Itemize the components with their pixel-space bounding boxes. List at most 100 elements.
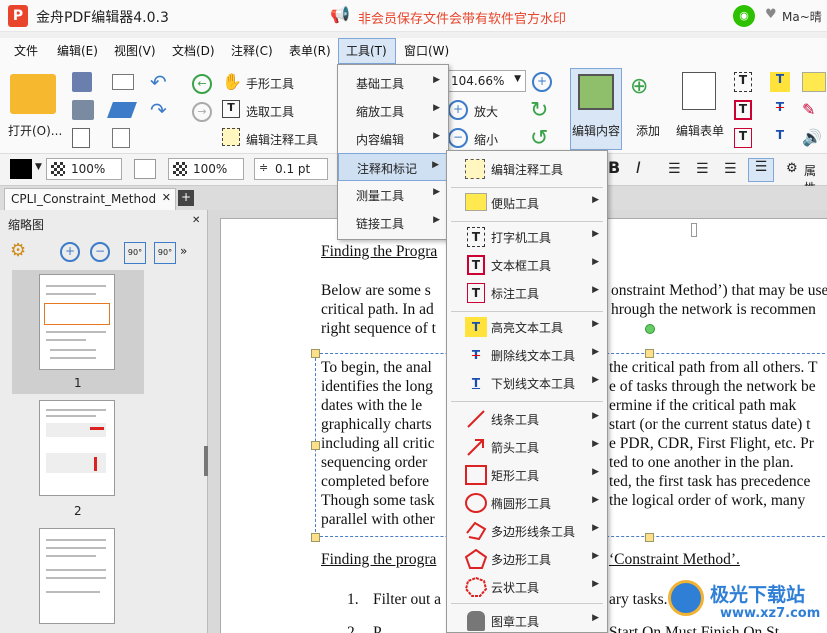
mail-icon[interactable] bbox=[112, 74, 134, 90]
cloud-tool-item[interactable]: 云状工具 ▶ bbox=[447, 573, 607, 601]
textbox-tool-item[interactable]: T 文本框工具 ▶ bbox=[447, 251, 607, 279]
para2-line9[interactable]: parallel with other bbox=[321, 511, 435, 529]
undo-icon[interactable]: ↶ bbox=[150, 70, 167, 94]
callout-icon[interactable]: T bbox=[734, 128, 752, 148]
para2-line6[interactable]: sequencing order bbox=[321, 454, 427, 472]
select-tool-button[interactable]: 选取工具 bbox=[246, 103, 294, 120]
zoom-out-button[interactable]: 缩小 bbox=[474, 131, 498, 148]
menu-measure-tools[interactable]: 测量工具 ▶ bbox=[338, 181, 448, 209]
para2-line5[interactable]: including all critic bbox=[321, 435, 435, 453]
menu-basic-tools[interactable]: 基础工具 ▶ bbox=[338, 69, 448, 97]
para1-line2[interactable]: critical path. In ad bbox=[321, 301, 434, 319]
para2-line3[interactable]: dates with the le bbox=[321, 397, 422, 415]
list-item-2[interactable]: P bbox=[373, 624, 382, 633]
page-thumbnail-1[interactable] bbox=[39, 274, 115, 370]
more-icon[interactable]: » bbox=[180, 244, 187, 258]
note-tool-item[interactable]: 便贴工具 ▶ bbox=[447, 189, 607, 217]
wechat-icon[interactable]: ◉ bbox=[733, 5, 755, 27]
menu-annotation-markup[interactable]: 注释和标记 ▶ bbox=[338, 153, 448, 181]
add-button[interactable]: 添加 bbox=[636, 122, 660, 139]
edit-annot-tool-button[interactable]: 编辑注释工具 bbox=[246, 131, 318, 148]
callout-tool-item[interactable]: T 标注工具 ▶ bbox=[447, 279, 607, 307]
para2-line2[interactable]: identifies the long bbox=[321, 378, 433, 396]
zoom-select[interactable]: 104.66% ▼ bbox=[446, 70, 526, 92]
para2-right-1[interactable]: the critical path from all others. T bbox=[609, 359, 817, 377]
menu-document[interactable]: 文档(D) bbox=[172, 42, 215, 59]
page-thumbnail-2[interactable] bbox=[39, 400, 115, 496]
para2-line1[interactable]: To begin, the anal bbox=[321, 359, 432, 377]
para2-line4[interactable]: graphically charts bbox=[321, 416, 432, 434]
para2-right-4[interactable]: start (or the current status date) t bbox=[609, 416, 810, 434]
open-button[interactable]: 打开(O)... bbox=[8, 122, 62, 139]
para1-right-1[interactable]: onstraint Method’) that may be use bbox=[611, 282, 827, 300]
resize-handle[interactable] bbox=[311, 441, 320, 450]
zoom-out-thumb-icon[interactable]: − bbox=[90, 242, 110, 262]
highlight-tool-item[interactable]: T 高亮文本工具 ▶ bbox=[447, 313, 607, 341]
sound-icon[interactable]: 🔊 bbox=[802, 128, 822, 147]
zoom-in-icon[interactable]: + bbox=[448, 100, 468, 120]
bold-icon[interactable]: B bbox=[608, 158, 620, 177]
rotate-left-icon[interactable]: 90° bbox=[124, 242, 146, 264]
user-name[interactable]: Ma~晴 bbox=[782, 8, 822, 25]
para2-right-7[interactable]: ted, the first task has precedence bbox=[609, 473, 810, 491]
opacity-select-2[interactable]: 100% bbox=[168, 158, 244, 180]
menu-view[interactable]: 视图(V) bbox=[114, 42, 156, 59]
menu-comment[interactable]: 注释(C) bbox=[231, 42, 273, 59]
edit-form-button[interactable]: 编辑表单 bbox=[676, 122, 724, 139]
menu-tools[interactable]: 工具(T) bbox=[346, 42, 387, 59]
border-color-swatch[interactable] bbox=[134, 159, 156, 179]
page-thumbnail-3[interactable] bbox=[39, 528, 115, 624]
para1-line3[interactable]: right sequence of t bbox=[321, 320, 436, 338]
link-icon[interactable]: ✎ bbox=[802, 100, 815, 119]
strikeout-icon[interactable]: T bbox=[770, 100, 790, 120]
resize-handle[interactable] bbox=[311, 533, 320, 542]
typewriter-tool-item[interactable]: T 打字机工具 ▶ bbox=[447, 223, 607, 251]
line-tool-item[interactable]: 线条工具 ▶ bbox=[447, 405, 607, 433]
list-item-1[interactable]: Filter out a bbox=[373, 591, 441, 609]
para2-right-5[interactable]: e PDR, CDR, First Flight, etc. Pr bbox=[609, 435, 814, 453]
underline-icon[interactable]: T bbox=[770, 128, 790, 148]
new-tab-button[interactable]: + bbox=[178, 190, 194, 206]
menu-form[interactable]: 表单(R) bbox=[289, 42, 331, 59]
polyline-tool-item[interactable]: 多边形线条工具 ▶ bbox=[447, 517, 607, 545]
align-left-icon[interactable]: ☰ bbox=[668, 161, 681, 177]
opacity-select-1[interactable]: 100% bbox=[46, 158, 122, 180]
textbox-icon[interactable]: T bbox=[734, 100, 752, 120]
menu-zoom-tools[interactable]: 缩放工具 ▶ bbox=[338, 97, 448, 125]
para2-right-8[interactable]: the logical order of work, many bbox=[609, 492, 805, 510]
list-item-2-right[interactable]: Start On Must Finish On St bbox=[609, 624, 779, 633]
para2-right-3[interactable]: ermine if the critical path mak bbox=[609, 397, 796, 415]
para1-right-2[interactable]: hrough the network is recommen bbox=[611, 301, 816, 319]
folder-icon[interactable] bbox=[10, 74, 56, 114]
heading-1[interactable]: Finding the Progra bbox=[321, 243, 437, 261]
polygon-tool-item[interactable]: 多边形工具 ▶ bbox=[447, 545, 607, 573]
export-icon[interactable] bbox=[72, 128, 90, 148]
zoom-out-icon[interactable]: − bbox=[448, 128, 468, 148]
menu-content-edit[interactable]: 内容编辑 ▶ bbox=[338, 125, 448, 153]
stroke-width-select[interactable]: ≑ 0.1 pt bbox=[254, 158, 328, 180]
back-icon[interactable]: ← bbox=[192, 74, 212, 94]
close-icon[interactable]: ✕ bbox=[162, 191, 171, 204]
align-center-icon[interactable]: ☰ bbox=[696, 161, 709, 177]
para2-right-6[interactable]: ted to one another in the plan. bbox=[609, 454, 794, 472]
gear-icon[interactable]: ⚙ bbox=[10, 240, 26, 261]
menu-file[interactable]: 文件 bbox=[14, 42, 38, 59]
document-tab[interactable]: CPLI_Constraint_Method ✕ bbox=[4, 188, 176, 210]
new-doc-icon[interactable] bbox=[112, 128, 130, 148]
print-icon[interactable] bbox=[72, 100, 94, 120]
resize-handle[interactable] bbox=[311, 349, 320, 358]
hand-tool-button[interactable]: 手形工具 bbox=[246, 75, 294, 92]
note-icon[interactable] bbox=[802, 72, 826, 92]
close-icon[interactable]: ✕ bbox=[192, 215, 200, 226]
rotate-cw-icon[interactable]: ↻ bbox=[530, 98, 548, 123]
para2-line8[interactable]: Though some task bbox=[321, 492, 435, 510]
menu-edit[interactable]: 编辑(E) bbox=[57, 42, 98, 59]
para2-right-2[interactable]: e of tasks through the network be bbox=[609, 378, 816, 396]
italic-icon[interactable]: I bbox=[636, 158, 641, 177]
typewriter-icon[interactable]: T bbox=[734, 72, 752, 92]
eraser-icon[interactable] bbox=[107, 102, 137, 118]
highlight-icon[interactable]: T bbox=[770, 72, 790, 92]
color-swatch[interactable] bbox=[10, 159, 32, 179]
heading-2-right[interactable]: ‘Constraint Method’. bbox=[609, 551, 740, 569]
list-item-1-right[interactable]: ary tasks. bbox=[609, 591, 668, 609]
